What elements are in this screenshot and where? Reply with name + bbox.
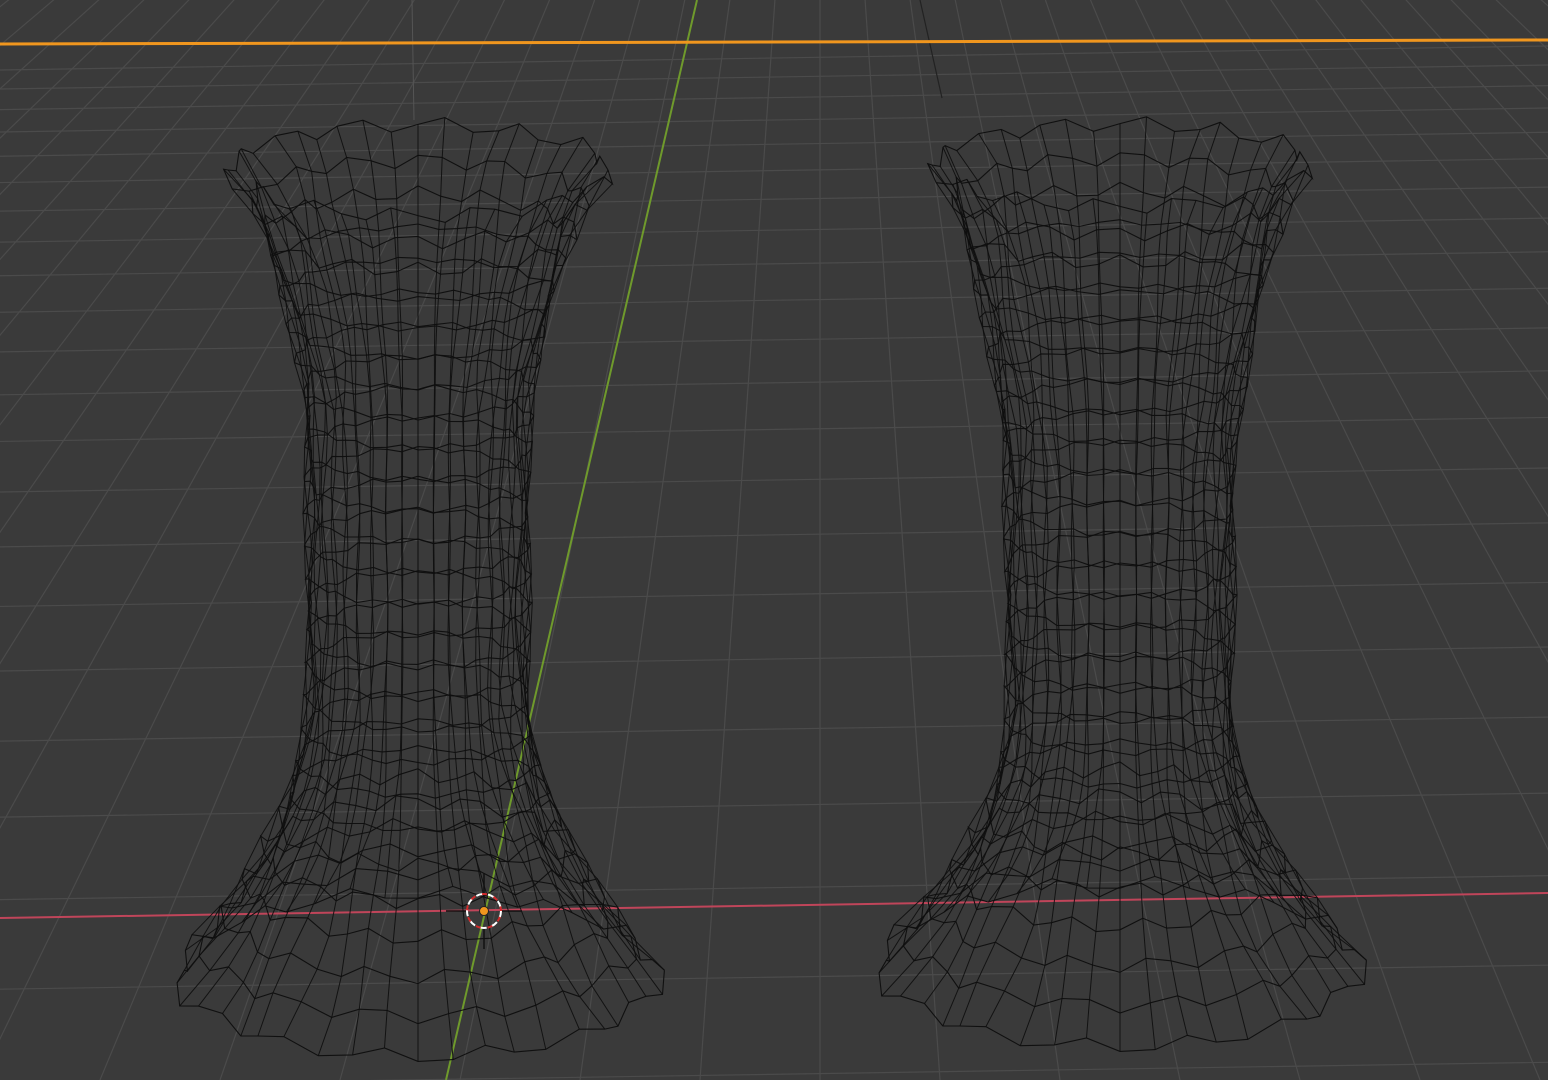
3d-viewport[interactable] [0, 0, 1548, 1080]
object-origin-dot [479, 906, 489, 916]
viewport-canvas[interactable] [0, 0, 1548, 1080]
